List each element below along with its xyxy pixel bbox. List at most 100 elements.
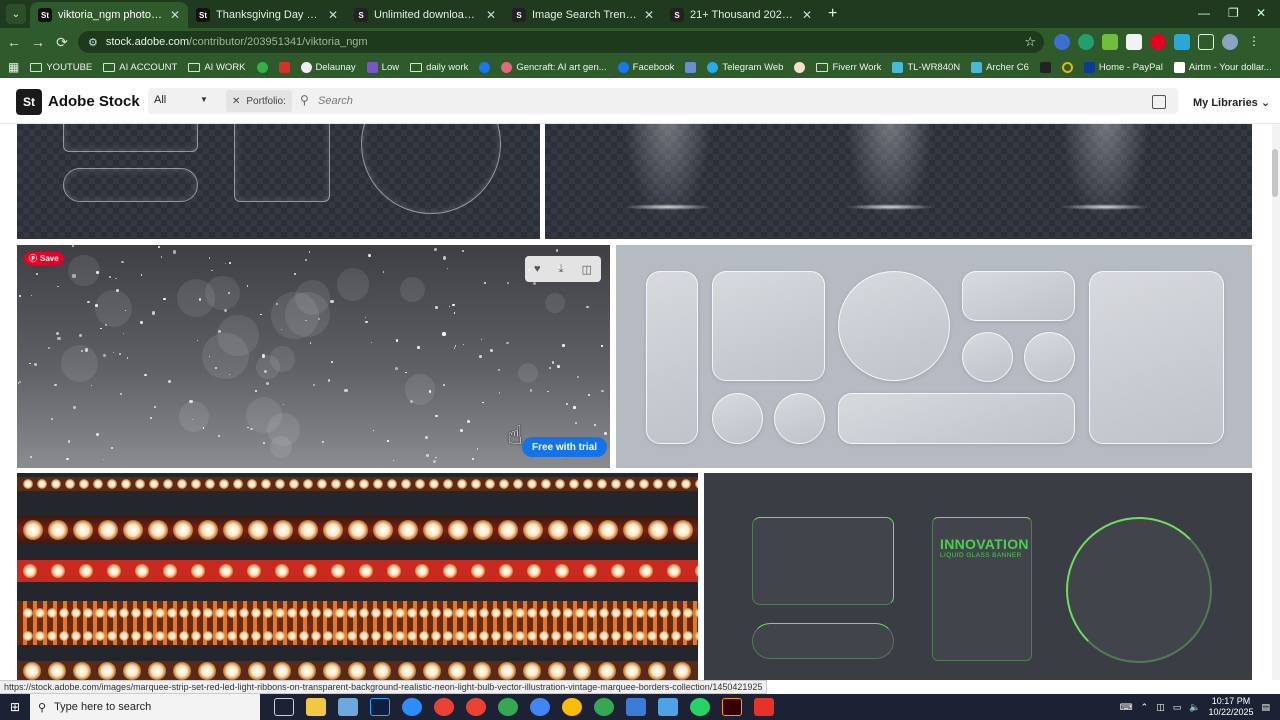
adobe-stock-logo[interactable]: St [16,89,42,115]
clock[interactable]: 10:17 PM 10/22/2025 [1208,696,1253,718]
extensions-puzzle-icon[interactable] [1198,34,1214,50]
scrollbar-thumb[interactable] [1272,149,1278,197]
chrome-icon[interactable] [530,698,550,716]
tab-search-chevron-icon[interactable]: ⌄ [6,4,26,24]
asset-type-dropdown[interactable]: All [154,94,166,106]
tab-4[interactable]: S Image Search Trends | Shutters ✕ [504,2,662,28]
tab-3[interactable]: S Unlimited downloads. Incredib ✕ [346,2,504,28]
close-tab-icon[interactable]: ✕ [170,8,180,22]
portfolio-filter-chip[interactable]: ✕ Portfolio: [226,90,292,112]
chrome-icon[interactable] [562,698,582,716]
chrome-icon[interactable] [466,698,486,716]
site-info-icon[interactable]: ⚙ [88,36,98,49]
bookmark-daily-work[interactable]: daily work [410,62,468,73]
bookmark-archer-c6[interactable]: Archer C6 [971,61,1029,73]
close-tab-icon[interactable]: ✕ [802,8,812,22]
file-explorer-icon[interactable] [306,698,326,716]
network-icon[interactable]: ◫ [1156,702,1165,713]
extension-icon[interactable] [1174,34,1190,50]
bookmark-k[interactable] [1039,61,1051,73]
whatsapp-icon[interactable] [690,698,710,716]
gallery-tile-spotlights[interactable] [545,124,1252,239]
zoom-icon[interactable] [402,698,422,716]
bookmark-facebook-icon-only[interactable] [479,61,491,73]
reload-icon[interactable]: ⟳ [50,34,74,51]
bookmark-image[interactable] [685,61,697,73]
chevron-up-icon[interactable]: ⌃ [1141,702,1149,713]
task-view-icon[interactable] [274,698,294,716]
battery-icon[interactable]: ▭ [1173,702,1182,713]
bookmark-green-circle[interactable] [256,61,268,73]
bookmark-paypal[interactable]: Home - PayPal [1083,61,1163,73]
tab-1[interactable]: St viktoria_ngm photos, images, a ✕ [30,2,188,28]
gallery-tile-glass-frames[interactable] [17,124,540,239]
restore-icon[interactable]: ❐ [1228,6,1239,20]
close-window-icon[interactable]: ✕ [1256,6,1266,20]
close-tab-icon[interactable]: ✕ [328,8,338,22]
back-arrow-icon[interactable]: ← [2,34,26,50]
gallery-tile-glass-buttons[interactable] [616,245,1252,468]
bookmark-delaunay[interactable]: Delaunay [300,61,356,73]
chrome-icon[interactable] [594,698,614,716]
browser-menu-icon[interactable]: ⋮ [1246,34,1262,50]
bookmark-youtube[interactable]: YOUTUBE [30,62,92,73]
minimize-icon[interactable]: — [1198,6,1210,20]
visual-search-icon[interactable] [1152,95,1166,109]
address-bar[interactable]: ⚙ stock.adobe.com/contributor/203951341/… [78,31,1044,53]
volume-icon[interactable]: 🔈 [1189,702,1200,713]
pinterest-icon[interactable] [1150,34,1166,50]
bookmark-telegram[interactable]: Telegram Web [707,61,783,73]
extension-icon[interactable] [1102,34,1118,50]
gallery-tile-marquee-lights[interactable] [17,473,698,680]
bookmark-ring[interactable] [1061,61,1073,73]
search-input[interactable]: Search [318,95,353,107]
taskbar-search-box[interactable]: ⚲ Type here to search [30,694,260,720]
sparkle-dot [364,317,367,319]
bookmark-facebook[interactable]: Facebook [617,61,674,73]
bookmark-face[interactable] [794,61,806,73]
chrome-icon[interactable] [434,698,454,716]
pinterest-save-button[interactable]: ⓟ Save [24,252,64,265]
extension-icon[interactable] [1078,34,1094,50]
bookmark-low[interactable]: Low [366,61,399,73]
chevron-down-icon[interactable]: ▼ [200,95,208,104]
my-libraries-menu[interactable]: My Libraries ⌄ [1193,96,1270,109]
illustrator-icon[interactable] [722,698,742,716]
heart-icon[interactable]: ♥ [534,263,541,275]
download-icon[interactable]: ⤓ [559,263,564,276]
tab-2[interactable]: St Thanksgiving Day stock photos ✕ [188,2,346,28]
tab-5[interactable]: S 21+ Thousand 2026 Royalty-Fr ✕ [662,2,820,28]
bookmark-star-icon[interactable]: ☆ [1024,34,1036,50]
page-scrollbar[interactable] [1272,124,1280,680]
gallery-tile-neon-banner[interactable] [704,473,1252,680]
notifications-icon[interactable]: ▤ [1261,702,1270,713]
bookmark-ai-work[interactable]: AI WORK [188,62,246,73]
keyboard-icon[interactable]: ⌨ [1120,702,1133,713]
remove-chip-icon[interactable]: ✕ [232,96,240,107]
bookmark-tl-wr840n[interactable]: TL-WR840N [892,61,960,73]
apps-grid-icon[interactable]: ▦ [8,60,19,74]
adobe-stock-wordmark[interactable]: Adobe Stock [48,93,140,110]
bookmark-gencraft[interactable]: Gencraft: AI art gen... [501,61,607,73]
app-icon[interactable] [658,698,678,716]
new-tab-plus-icon[interactable]: + [828,5,837,23]
bookmark-fiverr-work[interactable]: Fiverr Work [816,62,881,73]
photoshop-icon[interactable] [370,698,390,716]
app-icon[interactable] [626,698,646,716]
close-tab-icon[interactable]: ✕ [486,8,496,22]
camera-icon[interactable]: ◫ [582,263,592,276]
windows-start-icon[interactable]: ⊞ [0,700,30,714]
forward-arrow-icon[interactable]: → [26,34,50,50]
extension-icon[interactable] [1126,34,1142,50]
bookmark-ai-account[interactable]: AI ACCOUNT [103,62,177,73]
app-icon[interactable] [754,698,774,716]
extension-icon[interactable] [1054,34,1070,50]
app-icon[interactable] [338,698,358,716]
free-with-trial-badge[interactable]: Free with trial [522,437,608,457]
marquee-bulb [347,608,357,618]
bookmark-gmail[interactable] [278,61,290,73]
chrome-icon[interactable] [498,698,518,716]
bookmark-airtm[interactable]: Airtm - Your dollar... [1173,61,1272,73]
profile-avatar-icon[interactable] [1222,34,1238,50]
close-tab-icon[interactable]: ✕ [644,8,654,22]
